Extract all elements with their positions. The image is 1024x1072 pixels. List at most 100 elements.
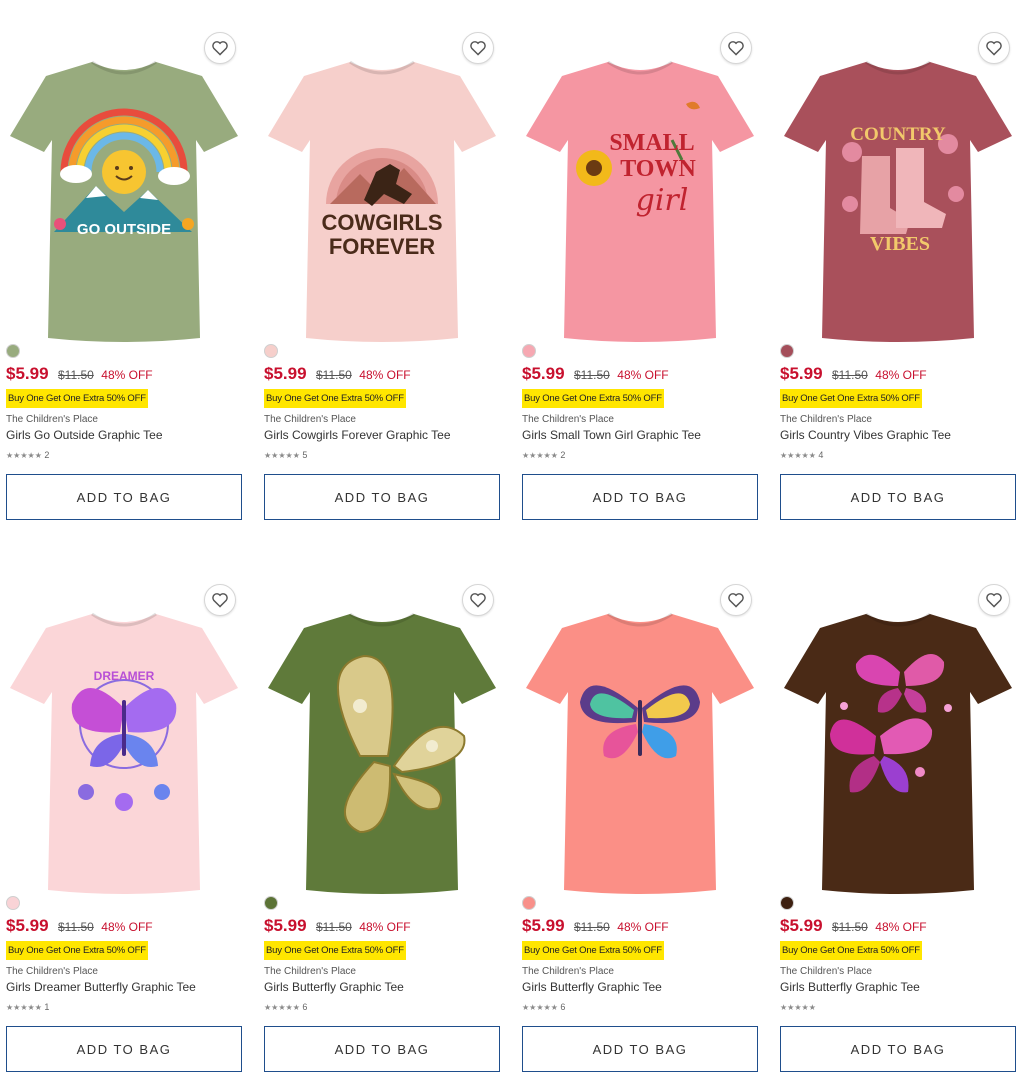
product-card[interactable]: SMALL TOWN girl $5.99 $11.50 48% OFF Buy… bbox=[522, 32, 758, 520]
add-to-bag-button[interactable]: ADD TO BAG bbox=[264, 474, 500, 520]
tee-shirt-image bbox=[526, 612, 754, 894]
rating[interactable]: ★★★★★ 1 bbox=[6, 1002, 49, 1012]
add-to-bag-button[interactable]: ADD TO BAG bbox=[780, 474, 1016, 520]
design-text: VIBES bbox=[870, 233, 930, 255]
product-card[interactable]: DREAMER $5.99 $11.50 48% OFF Buy One Get… bbox=[6, 584, 242, 1072]
product-image[interactable]: COWGIRLS FOREVER bbox=[264, 32, 500, 344]
wishlist-heart-icon[interactable] bbox=[462, 584, 494, 616]
promo-badge: Buy One Get One Extra 50% OFF bbox=[6, 941, 148, 960]
rating[interactable]: ★★★★★ bbox=[780, 1002, 816, 1012]
product-card[interactable]: COUNTRY VIBES $5.99 $11.50 48% OFF Buy O… bbox=[780, 32, 1016, 520]
review-count: 2 bbox=[44, 450, 50, 460]
product-name[interactable]: Girls Country Vibes Graphic Tee bbox=[780, 428, 951, 442]
color-swatch[interactable] bbox=[6, 896, 20, 910]
color-swatch[interactable] bbox=[264, 896, 278, 910]
product-image[interactable] bbox=[264, 584, 500, 896]
rating[interactable]: ★★★★★ 6 bbox=[522, 1002, 565, 1012]
product-image[interactable]: GO OUTSIDE bbox=[6, 32, 242, 344]
rating[interactable]: ★★★★★ 6 bbox=[264, 1002, 307, 1012]
product-card[interactable]: COWGIRLS FOREVER $5.99 $11.50 48% OFF Bu… bbox=[264, 32, 500, 520]
promo-badge: Buy One Get One Extra 50% OFF bbox=[522, 941, 664, 960]
product-image[interactable] bbox=[780, 584, 1016, 896]
sale-price: $5.99 bbox=[264, 916, 307, 935]
promo-badge: Buy One Get One Extra 50% OFF bbox=[264, 941, 406, 960]
product-name[interactable]: Girls Butterfly Graphic Tee bbox=[264, 980, 404, 994]
rating[interactable]: ★★★★★ 2 bbox=[6, 450, 49, 460]
original-price: $11.50 bbox=[574, 920, 610, 934]
wishlist-heart-icon[interactable] bbox=[204, 584, 236, 616]
sale-price: $5.99 bbox=[522, 364, 565, 383]
add-to-bag-button[interactable]: ADD TO BAG bbox=[264, 1026, 500, 1072]
product-card[interactable]: $5.99 $11.50 48% OFF Buy One Get One Ext… bbox=[264, 584, 500, 1072]
design-text: TOWN bbox=[620, 156, 696, 182]
product-card[interactable]: $5.99 $11.50 48% OFF Buy One Get One Ext… bbox=[522, 584, 758, 1072]
wishlist-heart-icon[interactable] bbox=[720, 584, 752, 616]
review-count: 5 bbox=[302, 450, 308, 460]
product-name[interactable]: Girls Butterfly Graphic Tee bbox=[780, 980, 920, 994]
product-image[interactable]: DREAMER bbox=[6, 584, 242, 896]
brand-name: The Children's Place bbox=[6, 414, 98, 425]
color-swatch[interactable] bbox=[6, 344, 20, 358]
promo-badge: Buy One Get One Extra 50% OFF bbox=[264, 389, 406, 408]
sale-price: $5.99 bbox=[780, 364, 823, 383]
sale-price: $5.99 bbox=[6, 916, 49, 935]
color-swatch[interactable] bbox=[264, 344, 278, 358]
wishlist-heart-icon[interactable] bbox=[978, 32, 1010, 64]
product-name[interactable]: Girls Butterfly Graphic Tee bbox=[522, 980, 662, 994]
product-card[interactable]: GO OUTSIDE $5.99 $11.50 48% OFF Buy One … bbox=[6, 32, 242, 520]
wishlist-heart-icon[interactable] bbox=[462, 32, 494, 64]
product-card[interactable]: $5.99 $11.50 48% OFF Buy One Get One Ext… bbox=[780, 584, 1016, 1072]
color-swatch[interactable] bbox=[522, 344, 536, 358]
price-row: $5.99 $11.50 48% OFF bbox=[780, 916, 927, 936]
brand-name: The Children's Place bbox=[780, 414, 872, 425]
price-row: $5.99 $11.50 48% OFF bbox=[6, 916, 153, 936]
brand-name: The Children's Place bbox=[264, 966, 356, 977]
discount-label: 48% OFF bbox=[359, 368, 411, 382]
review-count: 2 bbox=[560, 450, 566, 460]
add-to-bag-button[interactable]: ADD TO BAG bbox=[522, 1026, 758, 1072]
color-swatch[interactable] bbox=[522, 896, 536, 910]
review-count: 4 bbox=[818, 450, 824, 460]
rating[interactable]: ★★★★★ 5 bbox=[264, 450, 307, 460]
color-swatch[interactable] bbox=[780, 344, 794, 358]
promo-badge: Buy One Get One Extra 50% OFF bbox=[780, 941, 922, 960]
add-to-bag-button[interactable]: ADD TO BAG bbox=[6, 1026, 242, 1072]
tee-shirt-image: COUNTRY VIBES bbox=[784, 60, 1012, 342]
product-name[interactable]: Girls Go Outside Graphic Tee bbox=[6, 428, 163, 442]
design-text: girl bbox=[636, 183, 689, 218]
star-rating-icon: ★★★★★ bbox=[522, 451, 558, 460]
product-name[interactable]: Girls Cowgirls Forever Graphic Tee bbox=[264, 428, 451, 442]
tee-shirt-image bbox=[268, 612, 496, 894]
rating[interactable]: ★★★★★ 4 bbox=[780, 450, 823, 460]
tee-shirt-image: GO OUTSIDE bbox=[10, 60, 238, 342]
tee-body bbox=[10, 62, 238, 342]
product-image[interactable]: COUNTRY VIBES bbox=[780, 32, 1016, 344]
tee-shirt-image bbox=[784, 612, 1012, 894]
promo-badge: Buy One Get One Extra 50% OFF bbox=[6, 389, 148, 408]
add-to-bag-button[interactable]: ADD TO BAG bbox=[522, 474, 758, 520]
brand-name: The Children's Place bbox=[522, 414, 614, 425]
rating[interactable]: ★★★★★ 2 bbox=[522, 450, 565, 460]
design-text: DREAMER bbox=[94, 669, 155, 683]
star-rating-icon: ★★★★★ bbox=[780, 1003, 816, 1012]
product-name[interactable]: Girls Small Town Girl Graphic Tee bbox=[522, 428, 701, 442]
tee-shirt-image: DREAMER bbox=[10, 612, 238, 894]
color-swatch[interactable] bbox=[780, 896, 794, 910]
original-price: $11.50 bbox=[832, 920, 868, 934]
wishlist-heart-icon[interactable] bbox=[204, 32, 236, 64]
original-price: $11.50 bbox=[832, 368, 868, 382]
product-name[interactable]: Girls Dreamer Butterfly Graphic Tee bbox=[6, 980, 196, 994]
review-count: 1 bbox=[44, 1002, 50, 1012]
add-to-bag-button[interactable]: ADD TO BAG bbox=[6, 474, 242, 520]
add-to-bag-button[interactable]: ADD TO BAG bbox=[780, 1026, 1016, 1072]
product-image[interactable]: SMALL TOWN girl bbox=[522, 32, 758, 344]
wishlist-heart-icon[interactable] bbox=[978, 584, 1010, 616]
star-rating-icon: ★★★★★ bbox=[522, 1003, 558, 1012]
price-row: $5.99 $11.50 48% OFF bbox=[264, 916, 411, 936]
wishlist-heart-icon[interactable] bbox=[720, 32, 752, 64]
design-text: GO OUTSIDE bbox=[77, 221, 171, 238]
tee-shirt-image: COWGIRLS FOREVER bbox=[268, 60, 496, 342]
star-rating-icon: ★★★★★ bbox=[264, 1003, 300, 1012]
brand-name: The Children's Place bbox=[780, 966, 872, 977]
product-image[interactable] bbox=[522, 584, 758, 896]
